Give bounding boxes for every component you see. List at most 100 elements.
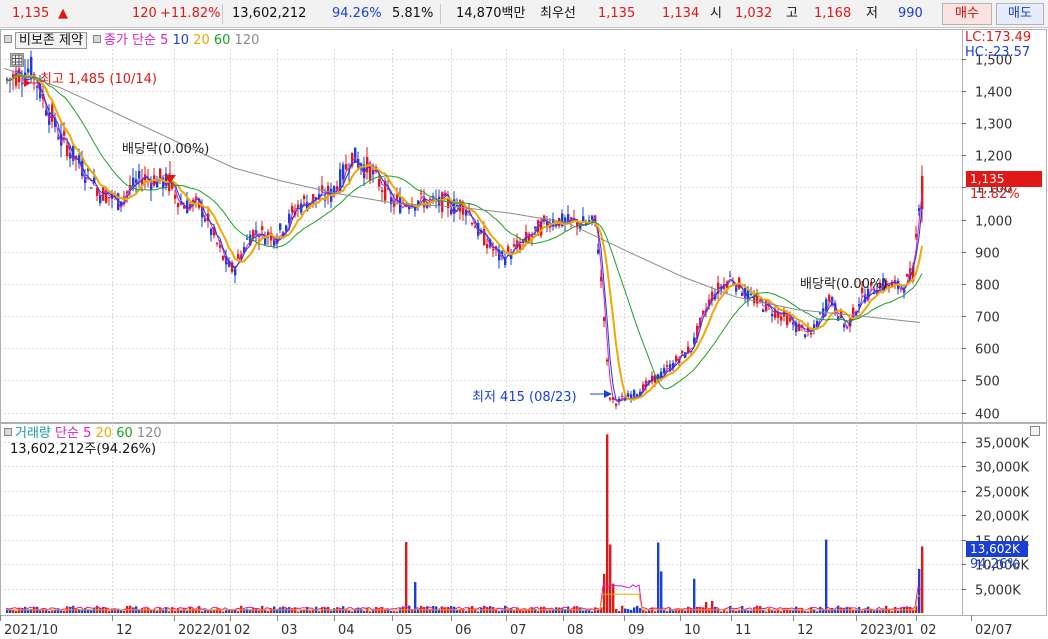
- divider: [440, 4, 441, 24]
- candle-body: [513, 244, 516, 247]
- volume-bar: [711, 600, 714, 613]
- candle-body: [780, 316, 783, 321]
- sell-button[interactable]: 매도: [996, 3, 1044, 25]
- ticker-change: 120: [132, 6, 157, 21]
- volume-ma5-line: [5, 584, 922, 611]
- volume-bar: [609, 544, 612, 613]
- volume-bar: [684, 610, 687, 613]
- volume-bar: [369, 611, 372, 613]
- candle-body: [819, 312, 822, 314]
- candle-body: [66, 145, 69, 157]
- volume-bar: [756, 605, 759, 613]
- legend-vol-ma120: 120: [136, 426, 162, 441]
- x-axis-label: 2023/01: [860, 623, 914, 638]
- volume-bar: [852, 609, 855, 613]
- x-axis-label: 12: [797, 623, 814, 638]
- volume-bar: [297, 611, 300, 613]
- volume-bar: [483, 605, 486, 613]
- candle-body: [174, 194, 177, 199]
- candle-body: [609, 397, 612, 400]
- volume-bar: [582, 610, 585, 613]
- candle-body: [606, 359, 609, 362]
- volume-bar: [96, 605, 99, 613]
- candle-body: [786, 315, 789, 326]
- volume-bar: [186, 610, 189, 613]
- volume-bar: [48, 611, 51, 613]
- candle-body: [621, 395, 624, 397]
- volume-bar: [345, 610, 348, 613]
- volume-bar: [603, 573, 606, 613]
- legend-vol-ma20: 20: [95, 426, 113, 441]
- candle-body: [210, 228, 213, 235]
- quote-label: 최우선: [540, 6, 576, 21]
- volume-tick-label: 20,000K: [975, 510, 1029, 525]
- volume-bar: [225, 610, 228, 613]
- price-tick-label: 500: [975, 375, 1000, 390]
- volume-bar: [624, 608, 627, 613]
- volume-bar: [618, 611, 621, 613]
- volume-bar: [255, 608, 258, 613]
- volume-bar: [396, 611, 399, 613]
- volume-bar: [15, 610, 18, 613]
- last-change-tag: 11.82%: [970, 187, 1020, 202]
- volume-bar: [621, 605, 624, 613]
- volume-bar: [165, 607, 168, 613]
- volume-bar: [39, 610, 42, 613]
- candle-body: [771, 313, 774, 317]
- volume-bar: [639, 608, 642, 613]
- candle-body: [750, 293, 753, 295]
- candle-body: [777, 312, 780, 318]
- candle-body: [345, 163, 348, 170]
- x-axis-label: 08: [567, 623, 584, 638]
- volume-bar: [630, 609, 633, 613]
- x-axis-label: 07: [510, 623, 527, 638]
- volume-bar: [201, 611, 204, 613]
- ticker-volume: 13,602,212: [232, 6, 307, 21]
- volume-bar: [633, 607, 636, 613]
- candle-body: [741, 293, 744, 296]
- panel-menu-icon[interactable]: [1030, 426, 1040, 436]
- volume-bar: [732, 610, 735, 613]
- candle-body: [378, 178, 381, 187]
- volume-bar: [870, 608, 873, 613]
- volume-bar: [330, 610, 333, 613]
- volume-bar: [246, 608, 249, 613]
- buy-button[interactable]: 매수: [942, 3, 992, 25]
- ma5-line: [7, 68, 923, 404]
- stock-toggle-button[interactable]: 비보존 제약: [15, 32, 87, 49]
- candle-body: [633, 390, 636, 397]
- table-icon[interactable]: [10, 53, 24, 67]
- volume-bar: [897, 610, 900, 613]
- x-axis-label: 10: [684, 623, 701, 638]
- price-panel-frame: [0, 29, 1047, 423]
- volume-bar: [825, 539, 828, 613]
- volume-bar: [657, 542, 660, 613]
- candle-body: [486, 244, 489, 249]
- volume-bar: [537, 611, 540, 613]
- candle-body: [828, 295, 831, 302]
- high-label: 고: [786, 6, 798, 21]
- volume-bar: [237, 611, 240, 613]
- volume-bar: [615, 608, 618, 613]
- legend-ma60: 60: [213, 33, 231, 48]
- volume-bar: [339, 608, 342, 613]
- volume-bar: [222, 611, 225, 613]
- up-arrow-icon: ▲: [58, 6, 68, 21]
- x-axis-label: 05: [396, 623, 413, 638]
- volume-bar: [372, 610, 375, 613]
- best-bid: 1,134: [662, 6, 700, 21]
- volume-bar: [168, 611, 171, 613]
- volume-bar: [60, 610, 63, 613]
- ticker-turnover: 5.81%: [392, 6, 434, 21]
- volume-bar: [525, 610, 528, 613]
- volume-bar: [636, 605, 639, 613]
- low-value: 990: [898, 6, 923, 21]
- candle-body: [456, 204, 459, 207]
- volume-bar: [264, 610, 267, 613]
- chart-canvas[interactable]: 1,5001,4001,3001,2001,1001,0009008007006…: [0, 29, 1048, 639]
- volume-bar: [771, 610, 774, 613]
- volume-bar: [501, 610, 504, 613]
- candle-body: [810, 333, 813, 335]
- volume-bar: [654, 611, 657, 613]
- volume-bar: [837, 605, 840, 613]
